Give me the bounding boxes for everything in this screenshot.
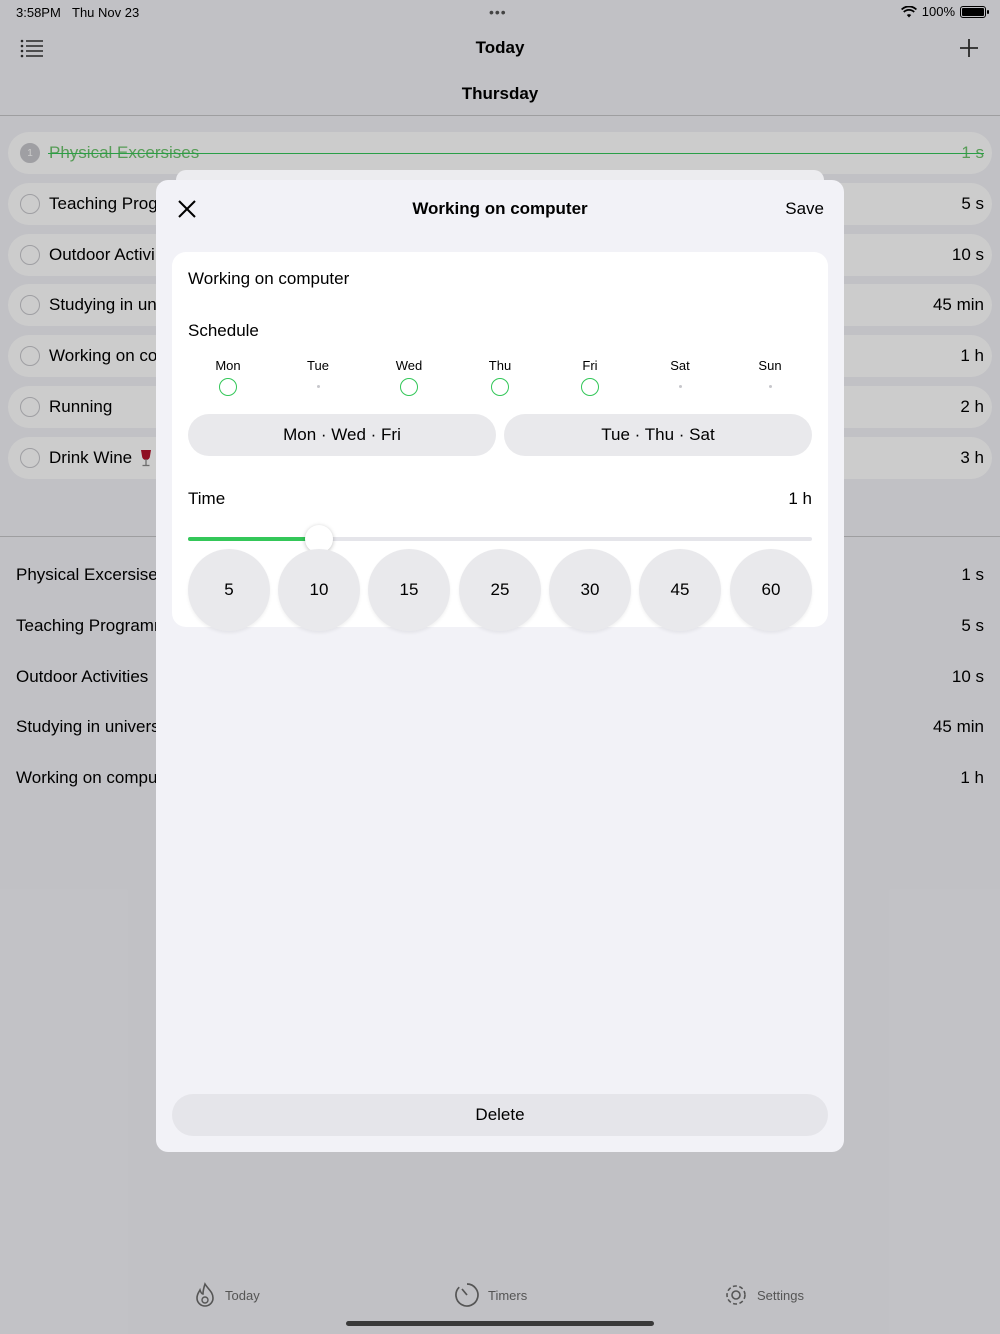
task-name: Teaching Prog bbox=[49, 193, 158, 213]
day-label: Thu bbox=[488, 358, 512, 373]
timer-settings-card: Working on computer Schedule Mon Tue Wed… bbox=[172, 252, 828, 631]
day-tue[interactable]: Tue bbox=[288, 358, 348, 388]
task-time: 3 h bbox=[960, 447, 984, 467]
day-title: Thursday bbox=[461, 84, 539, 103]
schedule-label: Schedule bbox=[188, 321, 259, 340]
day-fri[interactable]: Fri bbox=[560, 358, 620, 396]
time-value: 1 h bbox=[788, 489, 812, 508]
time-slider[interactable] bbox=[188, 525, 812, 553]
day-wed[interactable]: Wed bbox=[379, 358, 439, 396]
task-check-icon[interactable] bbox=[20, 244, 40, 265]
task-name: Drink Wine bbox=[49, 447, 133, 467]
day-label: Sun bbox=[758, 358, 782, 373]
divider bbox=[0, 115, 1000, 116]
strikethrough-line bbox=[48, 153, 984, 154]
tab-settings[interactable]: Settings bbox=[723, 1282, 804, 1308]
timer-name: Outdoor Activities bbox=[16, 666, 149, 686]
task-check-icon[interactable] bbox=[20, 447, 40, 468]
preset-mon-wed-fri-button[interactable]: Mon · Wed · Fri bbox=[188, 414, 496, 456]
task-check-icon[interactable] bbox=[20, 346, 40, 367]
day-thu[interactable]: Thu bbox=[470, 358, 530, 396]
minute-preset-button[interactable]: 45 bbox=[639, 549, 721, 631]
day-unselected-icon bbox=[678, 385, 682, 388]
minute-preset-button[interactable]: 10 bbox=[278, 549, 360, 631]
timer-name: Working on compu bbox=[16, 768, 158, 788]
status-date: Thu Nov 23 bbox=[72, 5, 140, 20]
task-time: 10 s bbox=[951, 244, 984, 264]
status-time: 3:58PM bbox=[16, 5, 61, 20]
day-sat[interactable]: Sat bbox=[650, 358, 710, 388]
multitasking-dots-icon[interactable]: ••• bbox=[489, 4, 507, 20]
task-time: 2 h bbox=[960, 396, 984, 416]
save-button[interactable]: Save bbox=[785, 199, 824, 219]
timer-time: 1 s bbox=[961, 565, 984, 584]
task-name: Running bbox=[49, 396, 113, 416]
nav-bar: Today bbox=[0, 24, 1000, 74]
tab-label: Timers bbox=[488, 1287, 528, 1303]
day-selected-icon bbox=[219, 378, 237, 396]
schedule-days: Mon Tue Wed Thu Fri Sat Sun bbox=[188, 358, 812, 398]
day-label: Tue bbox=[307, 358, 329, 373]
minute-preset-button[interactable]: 25 bbox=[459, 549, 541, 631]
wine-glass-icon bbox=[141, 449, 152, 466]
tab-timers[interactable]: Timers bbox=[454, 1282, 527, 1308]
minute-preset-button[interactable]: 15 bbox=[368, 549, 450, 631]
day-selected-icon bbox=[581, 378, 599, 396]
tab-today[interactable]: Today bbox=[193, 1282, 260, 1308]
day-label: Mon bbox=[215, 358, 241, 373]
timer-time: 5 s bbox=[961, 615, 984, 635]
slider-fill bbox=[188, 537, 320, 541]
time-label: Time bbox=[188, 489, 226, 508]
home-indicator[interactable] bbox=[346, 1321, 654, 1326]
day-label: Sat bbox=[670, 358, 690, 373]
edit-timer-modal: Working on computer Save Working on comp… bbox=[156, 180, 844, 1152]
day-selected-icon bbox=[400, 378, 418, 396]
timer-name-field[interactable]: Working on computer bbox=[188, 269, 349, 289]
task-time: 5 s bbox=[961, 193, 984, 213]
task-name: Outdoor Activi bbox=[49, 244, 155, 264]
timer-name: Studying in univers bbox=[16, 717, 160, 737]
minute-preset-button[interactable]: 30 bbox=[549, 549, 631, 631]
task-name: Working on co bbox=[49, 346, 158, 366]
minute-preset-button[interactable]: 5 bbox=[188, 549, 270, 631]
timer-time: 1 h bbox=[960, 768, 984, 788]
preset-tue-thu-sat-button[interactable]: Tue · Thu · Sat bbox=[504, 414, 812, 456]
day-unselected-icon bbox=[768, 385, 772, 388]
timer-name: Teaching Programr bbox=[16, 615, 160, 635]
timer-name: Physical Excersises bbox=[16, 565, 167, 584]
timer-time: 45 min bbox=[932, 717, 984, 737]
gear-icon bbox=[726, 1285, 746, 1305]
wifi-icon bbox=[900, 5, 917, 17]
delete-button[interactable]: Delete bbox=[172, 1094, 828, 1136]
timer-time: 10 s bbox=[951, 666, 984, 686]
timer-icon bbox=[455, 1283, 479, 1307]
modal-title: Working on computer bbox=[412, 199, 588, 218]
task-check-icon[interactable] bbox=[20, 295, 40, 316]
tab-label: Settings bbox=[757, 1287, 804, 1303]
minute-preset-button[interactable]: 60 bbox=[730, 549, 812, 631]
task-name: Studying in un bbox=[49, 295, 157, 315]
task-check-icon[interactable] bbox=[20, 396, 40, 417]
tab-label: Today bbox=[225, 1287, 260, 1303]
tab-bar: Today Timers Settings bbox=[0, 1270, 1000, 1320]
flame-icon bbox=[196, 1282, 214, 1307]
battery-percent: 100% bbox=[921, 4, 955, 19]
day-sun[interactable]: Sun bbox=[740, 358, 800, 388]
plus-icon[interactable] bbox=[958, 37, 980, 59]
page-title: Today bbox=[475, 38, 525, 57]
task-time: 45 min bbox=[932, 295, 984, 315]
day-mon[interactable]: Mon bbox=[198, 358, 258, 396]
battery-icon bbox=[960, 5, 989, 18]
task-time: 1 h bbox=[960, 346, 984, 366]
task-check-icon[interactable] bbox=[20, 193, 40, 214]
day-unselected-icon bbox=[316, 385, 320, 388]
day-label: Wed bbox=[395, 358, 423, 373]
modal-header: Working on computer Save bbox=[156, 180, 844, 236]
task-check-icon[interactable]: 1 bbox=[20, 143, 40, 163]
day-selected-icon bbox=[491, 378, 509, 396]
status-bar: 3:58PM Thu Nov 23 ••• 100% bbox=[0, 0, 1000, 24]
task-row[interactable]: 1 Physical Excersises 1 s bbox=[8, 132, 992, 174]
day-label: Fri bbox=[582, 358, 598, 373]
